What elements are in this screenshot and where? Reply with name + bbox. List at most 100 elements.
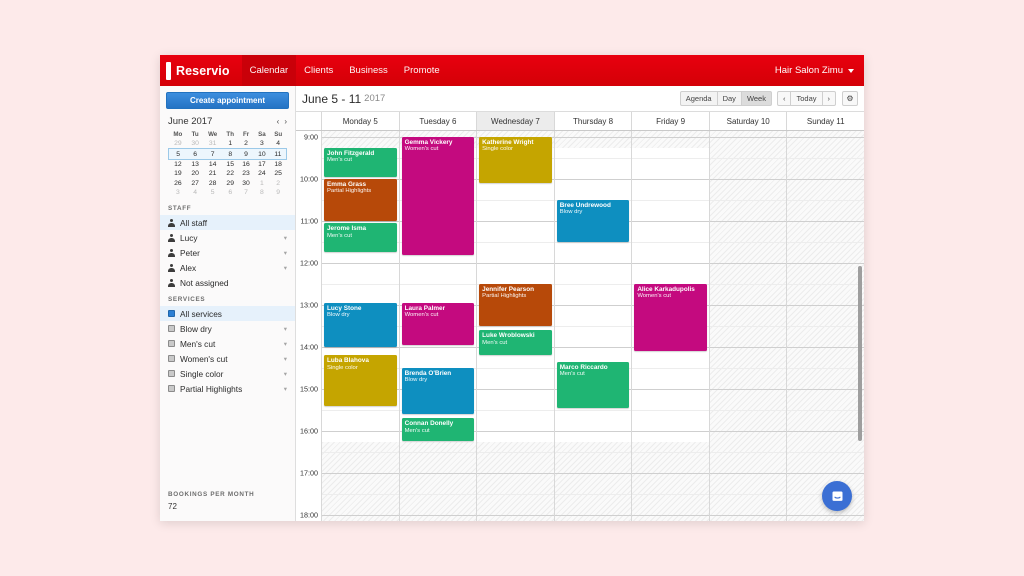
- chat-bubble-icon[interactable]: [822, 481, 852, 511]
- mini-cal-day[interactable]: 23: [238, 169, 254, 178]
- appointment-block[interactable]: Jerome Isma Men's cut: [324, 223, 397, 253]
- vertical-scrollbar[interactable]: [858, 266, 862, 441]
- service-item-blow-dry[interactable]: Blow dry ▾: [160, 321, 295, 336]
- service-item-single-color[interactable]: Single color ▾: [160, 366, 295, 381]
- mini-calendar-prev-icon[interactable]: ‹: [277, 118, 280, 126]
- mini-cal-day[interactable]: 2: [238, 139, 254, 149]
- mini-cal-day[interactable]: 28: [203, 179, 222, 188]
- mini-calendar-next-icon[interactable]: ›: [284, 118, 287, 126]
- day-header-saturday-10[interactable]: Saturday 10: [710, 112, 788, 130]
- service-item-women-s-cut[interactable]: Women's cut ▾: [160, 351, 295, 366]
- day-column-wednesday-7[interactable]: Katherine Wright Single color Jennifer Pea…: [477, 131, 555, 521]
- mini-cal-day[interactable]: 25: [270, 169, 287, 178]
- day-column-sunday-11[interactable]: [787, 131, 864, 521]
- staff-item-not-assigned[interactable]: Not assigned: [160, 275, 295, 290]
- mini-cal-day[interactable]: 9: [238, 148, 254, 160]
- mini-cal-day[interactable]: 3: [254, 139, 270, 149]
- day-column-tuesday-6[interactable]: Gemma Vickery Women's cut Laura Palmer Wome…: [399, 131, 478, 521]
- day-column-friday-9[interactable]: Alice Karkadupolis Women's cut: [632, 131, 710, 521]
- mini-cal-day[interactable]: 20: [187, 169, 203, 178]
- service-item-partial-highlights[interactable]: Partial Highlights ▾: [160, 381, 295, 396]
- appointment-block[interactable]: Marco Riccardo Men's cut: [556, 361, 630, 408]
- mini-cal-day[interactable]: 31: [203, 139, 222, 149]
- chevron-down-icon[interactable]: ▾: [284, 370, 287, 378]
- mini-cal-day[interactable]: 29: [169, 139, 188, 149]
- appointment-block[interactable]: Gemma Vickery Women's cut: [401, 137, 475, 255]
- mini-cal-day[interactable]: 24: [254, 169, 270, 178]
- mini-cal-week-row[interactable]: 29 30 31 1 2 3 4: [169, 139, 287, 149]
- chevron-down-icon[interactable]: ▾: [284, 355, 287, 363]
- mini-cal-week-row[interactable]: 19 20 21 22 23 24 25: [169, 169, 287, 178]
- mini-cal-day[interactable]: 27: [187, 179, 203, 188]
- day-header-friday-9[interactable]: Friday 9: [632, 112, 710, 130]
- mini-cal-day[interactable]: 2: [270, 179, 287, 188]
- day-column-monday-5[interactable]: John Fitzgerald Men's cut Emma Grass Partia…: [322, 131, 400, 521]
- mini-cal-day[interactable]: 10: [253, 148, 270, 160]
- mini-cal-day[interactable]: 19: [169, 169, 188, 178]
- mini-cal-day[interactable]: 14: [203, 159, 222, 169]
- appointment-block[interactable]: Katherine Wright Single color: [479, 137, 552, 184]
- staff-item-alex[interactable]: Alex ▾: [160, 260, 295, 275]
- nav-item-calendar[interactable]: Calendar: [241, 55, 297, 86]
- mini-cal-day[interactable]: 8: [222, 148, 239, 160]
- appointment-block[interactable]: Laura Palmer Women's cut: [401, 302, 475, 345]
- mini-cal-day[interactable]: 1: [222, 139, 238, 149]
- mini-cal-day[interactable]: 8: [254, 188, 270, 197]
- mini-cal-day[interactable]: 9: [270, 188, 287, 197]
- mini-cal-week-row[interactable]: 3456789: [169, 188, 287, 197]
- staff-item-lucy[interactable]: Lucy ▾: [160, 230, 295, 245]
- mini-cal-week-row[interactable]: 12 13 14 15 16 17 18: [169, 159, 287, 169]
- appointment-block[interactable]: Jennifer Pearson Partial Highlights: [479, 284, 552, 326]
- mini-cal-day[interactable]: 5: [168, 148, 188, 160]
- view-agenda-button[interactable]: Agenda: [679, 91, 718, 106]
- appointment-block[interactable]: Brenda O'Brien Blow dry: [401, 368, 475, 415]
- appointment-block[interactable]: Alice Karkadupolis Women's cut: [634, 284, 707, 352]
- mini-cal-day[interactable]: 5: [203, 188, 222, 197]
- day-header-monday-5[interactable]: Monday 5: [322, 112, 400, 130]
- appointment-block[interactable]: John Fitzgerald Men's cut: [324, 147, 397, 177]
- mini-cal-day[interactable]: 7: [238, 188, 254, 197]
- mini-cal-day[interactable]: 22: [222, 169, 238, 178]
- view-day-button[interactable]: Day: [716, 91, 742, 106]
- mini-cal-day[interactable]: 26: [169, 179, 188, 188]
- account-menu[interactable]: Hair Salon Zimu: [775, 55, 854, 86]
- mini-cal-day[interactable]: 11: [269, 148, 287, 160]
- service-item-men-s-cut[interactable]: Men's cut ▾: [160, 336, 295, 351]
- mini-cal-day[interactable]: 30: [238, 179, 254, 188]
- nav-item-business[interactable]: Business: [341, 55, 396, 86]
- day-header-wednesday-7[interactable]: Wednesday 7: [477, 112, 555, 130]
- chevron-down-icon[interactable]: ▾: [284, 325, 287, 333]
- mini-cal-day[interactable]: 16: [238, 159, 254, 169]
- appointment-block[interactable]: Connan Donelly Men's cut: [401, 418, 475, 442]
- chevron-down-icon[interactable]: ▾: [284, 385, 287, 393]
- today-button[interactable]: Today: [790, 91, 823, 106]
- prev-week-button[interactable]: ‹: [776, 91, 792, 106]
- mini-cal-day[interactable]: 6: [222, 188, 238, 197]
- appointment-block[interactable]: Lucy Stone Blow dry: [324, 302, 397, 347]
- mini-cal-week-row[interactable]: 5 6 7 8 9 10 11: [168, 148, 287, 160]
- mini-cal-day[interactable]: 12: [169, 159, 188, 169]
- mini-cal-day[interactable]: 21: [203, 169, 222, 178]
- staff-item-all-staff[interactable]: All staff: [160, 215, 295, 231]
- appointment-block[interactable]: Bree Undrewood Blow dry: [556, 200, 630, 242]
- mini-cal-day[interactable]: 17: [254, 159, 270, 169]
- mini-cal-day[interactable]: 15: [222, 159, 238, 169]
- mini-cal-day[interactable]: 6: [187, 148, 204, 160]
- chevron-down-icon[interactable]: ▾: [284, 249, 287, 257]
- mini-cal-day[interactable]: 30: [187, 139, 203, 149]
- mini-cal-day[interactable]: 7: [203, 148, 223, 160]
- day-header-sunday-11[interactable]: Sunday 11: [787, 112, 864, 130]
- nav-item-promote[interactable]: Promote: [396, 55, 448, 86]
- mini-cal-day[interactable]: 1: [254, 179, 270, 188]
- mini-cal-day[interactable]: 4: [270, 139, 287, 149]
- day-header-tuesday-6[interactable]: Tuesday 6: [400, 112, 478, 130]
- view-week-button[interactable]: Week: [740, 91, 772, 106]
- mini-cal-day[interactable]: 4: [187, 188, 203, 197]
- mini-cal-day[interactable]: 29: [222, 179, 238, 188]
- day-header-thursday-8[interactable]: Thursday 8: [555, 112, 633, 130]
- nav-item-clients[interactable]: Clients: [296, 55, 341, 86]
- mini-cal-day[interactable]: 18: [270, 159, 287, 169]
- chevron-down-icon[interactable]: ▾: [284, 234, 287, 242]
- appointment-block[interactable]: Emma Grass Partial Highlights: [324, 179, 397, 221]
- appointment-block[interactable]: Luba Blahova Single color: [324, 355, 397, 406]
